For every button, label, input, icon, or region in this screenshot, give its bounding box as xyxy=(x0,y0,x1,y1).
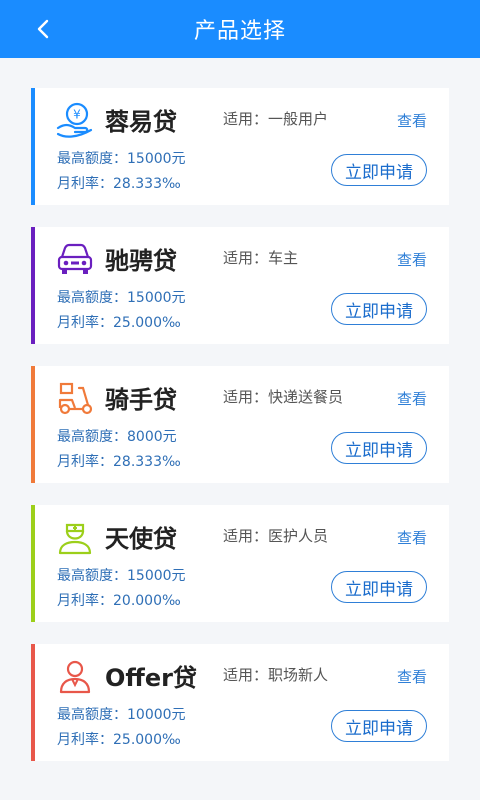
person-icon xyxy=(55,656,95,696)
suitable-audience: 适用：医护人员 xyxy=(223,527,329,545)
product-card: 天使贷 适用：医护人员 查看 最高额度：15000元 月利率：20.000‰ 立… xyxy=(31,505,449,622)
view-link[interactable]: 查看 xyxy=(397,110,427,131)
apply-button[interactable]: 立即申请 xyxy=(331,571,427,603)
product-card: ¥ 蓉易贷 适用：一般用户 查看 最高额度：15000元 月利率：28.333‰… xyxy=(31,88,449,205)
product-name: 天使贷 xyxy=(105,525,177,553)
max-amount: 最高额度：10000元 xyxy=(57,707,186,723)
product-name: 驰骋贷 xyxy=(105,247,177,275)
product-card: 驰骋贷 适用：车主 查看 最高额度：15000元 月利率：25.000‰ 立即申… xyxy=(31,227,449,344)
scooter-icon xyxy=(55,378,95,418)
product-card: 骑手贷 适用：快递送餐员 查看 最高额度：8000元 月利率：28.333‰ 立… xyxy=(31,366,449,483)
product-list: ¥ 蓉易贷 适用：一般用户 查看 最高额度：15000元 月利率：28.333‰… xyxy=(31,88,449,783)
view-link[interactable]: 查看 xyxy=(397,527,427,548)
apply-button[interactable]: 立即申请 xyxy=(331,154,427,186)
product-name: Offer贷 xyxy=(105,664,197,692)
product-card: Offer贷 适用：职场新人 查看 最高额度：10000元 月利率：25.000… xyxy=(31,644,449,761)
product-name: 蓉易贷 xyxy=(105,108,177,136)
view-link[interactable]: 查看 xyxy=(397,249,427,270)
monthly-rate: 月利率：20.000‰ xyxy=(57,593,181,609)
suitable-audience: 适用：职场新人 xyxy=(223,666,329,684)
apply-button[interactable]: 立即申请 xyxy=(331,710,427,742)
view-link[interactable]: 查看 xyxy=(397,388,427,409)
monthly-rate: 月利率：25.000‰ xyxy=(57,732,181,748)
suitable-audience: 适用：一般用户 xyxy=(223,110,329,128)
monthly-rate: 月利率：28.333‰ xyxy=(57,454,181,470)
view-link[interactable]: 查看 xyxy=(397,666,427,687)
suitable-audience: 适用：车主 xyxy=(223,249,299,267)
max-amount: 最高额度：15000元 xyxy=(57,290,186,306)
hand-yen-icon: ¥ xyxy=(55,100,95,140)
monthly-rate: 月利率：28.333‰ xyxy=(57,176,181,192)
top-bar: 产品选择 xyxy=(0,0,480,58)
monthly-rate: 月利率：25.000‰ xyxy=(57,315,181,331)
nurse-icon xyxy=(55,517,95,557)
max-amount: 最高额度：15000元 xyxy=(57,151,186,167)
svg-text:¥: ¥ xyxy=(73,108,81,122)
max-amount: 最高额度：15000元 xyxy=(57,568,186,584)
max-amount: 最高额度：8000元 xyxy=(57,429,177,445)
car-icon xyxy=(55,239,95,279)
apply-button[interactable]: 立即申请 xyxy=(331,293,427,325)
apply-button[interactable]: 立即申请 xyxy=(331,432,427,464)
product-name: 骑手贷 xyxy=(105,386,177,414)
back-button[interactable] xyxy=(30,15,58,43)
chevron-left-icon xyxy=(37,19,49,39)
page-title: 产品选择 xyxy=(193,19,286,44)
suitable-audience: 适用：快递送餐员 xyxy=(223,388,344,406)
